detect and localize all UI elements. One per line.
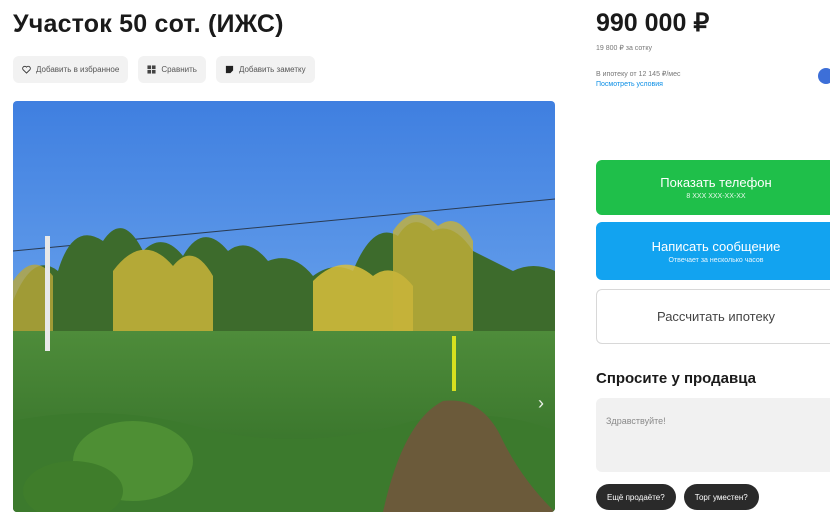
message-input[interactable]: Здравствуйте! — [596, 398, 830, 472]
price: 990 000 ₽ — [596, 9, 710, 37]
write-message-label: Написать сообщение — [651, 238, 781, 254]
compare-icon — [147, 65, 156, 74]
listing-actions: Добавить в избранное Сравнить Добавить з… — [13, 56, 315, 83]
quick-questions: Ещё продаёте? Торг уместен? — [596, 484, 759, 510]
add-note-button[interactable]: Добавить заметку — [215, 56, 315, 83]
calc-mortgage-label: Рассчитать ипотеку — [656, 309, 776, 324]
mortgage-text: В ипотеку от 12 145 ₽/мес — [596, 71, 681, 78]
write-message-sub: Отвечает за несколько часов — [668, 256, 764, 264]
compare-button[interactable]: Сравнить — [138, 56, 206, 83]
listing-photo[interactable]: › — [13, 101, 555, 512]
mortgage-link[interactable]: Посмотреть условия — [596, 80, 681, 90]
landscape-image — [13, 101, 555, 512]
ask-seller-title: Спросите у продавца — [596, 370, 756, 387]
write-message-button[interactable]: Написать сообщение Отвечает за несколько… — [596, 222, 830, 280]
note-icon — [225, 65, 234, 74]
show-phone-button[interactable]: Показать телефон 8 XXX XXX-XX-XX — [596, 160, 830, 215]
bank-logo-icon — [818, 68, 830, 84]
mortgage-info: В ипотеку от 12 145 ₽/мес Посмотреть усл… — [596, 70, 681, 90]
compare-label: Сравнить — [161, 65, 197, 74]
show-phone-label: Показать телефон — [660, 175, 772, 190]
quick-question-chip[interactable]: Ещё продаёте? — [596, 484, 676, 510]
calc-mortgage-button[interactable]: Рассчитать ипотеку — [596, 289, 830, 344]
chevron-right-icon[interactable]: › — [538, 393, 544, 414]
quick-question-chip[interactable]: Торг уместен? — [683, 484, 759, 510]
heart-icon — [22, 65, 31, 74]
show-phone-sub: 8 XXX XXX-XX-XX — [686, 193, 746, 200]
price-per-unit: 19 800 ₽ за сотку — [596, 45, 652, 52]
add-note-label: Добавить заметку — [238, 65, 306, 74]
add-favorite-button[interactable]: Добавить в избранное — [13, 56, 129, 83]
listing-title: Участок 50 сот. (ИЖС) — [13, 10, 284, 38]
add-favorite-label: Добавить в избранное — [36, 65, 120, 74]
